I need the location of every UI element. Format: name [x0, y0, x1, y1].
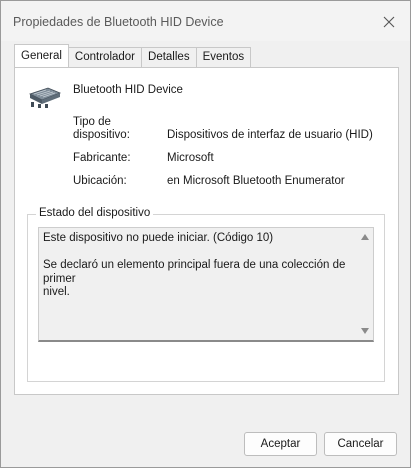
manufacturer-label: Fabricante: [73, 152, 131, 164]
bluetooth-hid-device-icon [28, 87, 62, 108]
device-status-legend: Estado del dispositivo [36, 207, 154, 219]
scroll-up-arrow-icon[interactable] [361, 234, 369, 240]
close-icon [383, 16, 395, 28]
manufacturer-value: Microsoft [167, 152, 214, 164]
tab-eventos[interactable]: Eventos [195, 47, 252, 67]
cancel-button[interactable]: Cancelar [324, 432, 397, 456]
ok-button[interactable]: Aceptar [244, 432, 317, 456]
device-name: Bluetooth HID Device [73, 84, 183, 96]
tab-detalles[interactable]: Detalles [141, 47, 197, 67]
location-value: en Microsoft Bluetooth Enumerator [167, 175, 345, 187]
device-type-value: Dispositivos de interfaz de usuario (HID… [167, 129, 373, 141]
properties-dialog: Propiedades de Bluetooth HID Device Gene… [0, 0, 411, 468]
device-status-group: Estado del dispositivo Este dispositivo … [27, 207, 385, 382]
tab-strip: General Controlador Detalles Eventos [14, 44, 252, 67]
status-scrollbar[interactable] [357, 228, 373, 340]
tab-controlador[interactable]: Controlador [67, 47, 143, 67]
scroll-down-arrow-icon[interactable] [361, 328, 369, 334]
general-panel: Bluetooth HID Device Tipo de dispositivo… [14, 67, 399, 395]
title-bar: Propiedades de Bluetooth HID Device [1, 1, 410, 41]
device-type-label: Tipo de dispositivo: [73, 116, 130, 141]
device-status-textbox[interactable]: Este dispositivo no puede iniciar. (Códi… [38, 227, 374, 342]
device-status-text: Este dispositivo no puede iniciar. (Códi… [43, 232, 346, 298]
location-label: Ubicación: [73, 175, 127, 187]
tab-general[interactable]: General [14, 44, 69, 67]
window-title: Propiedades de Bluetooth HID Device [13, 15, 224, 29]
close-button[interactable] [376, 9, 402, 35]
